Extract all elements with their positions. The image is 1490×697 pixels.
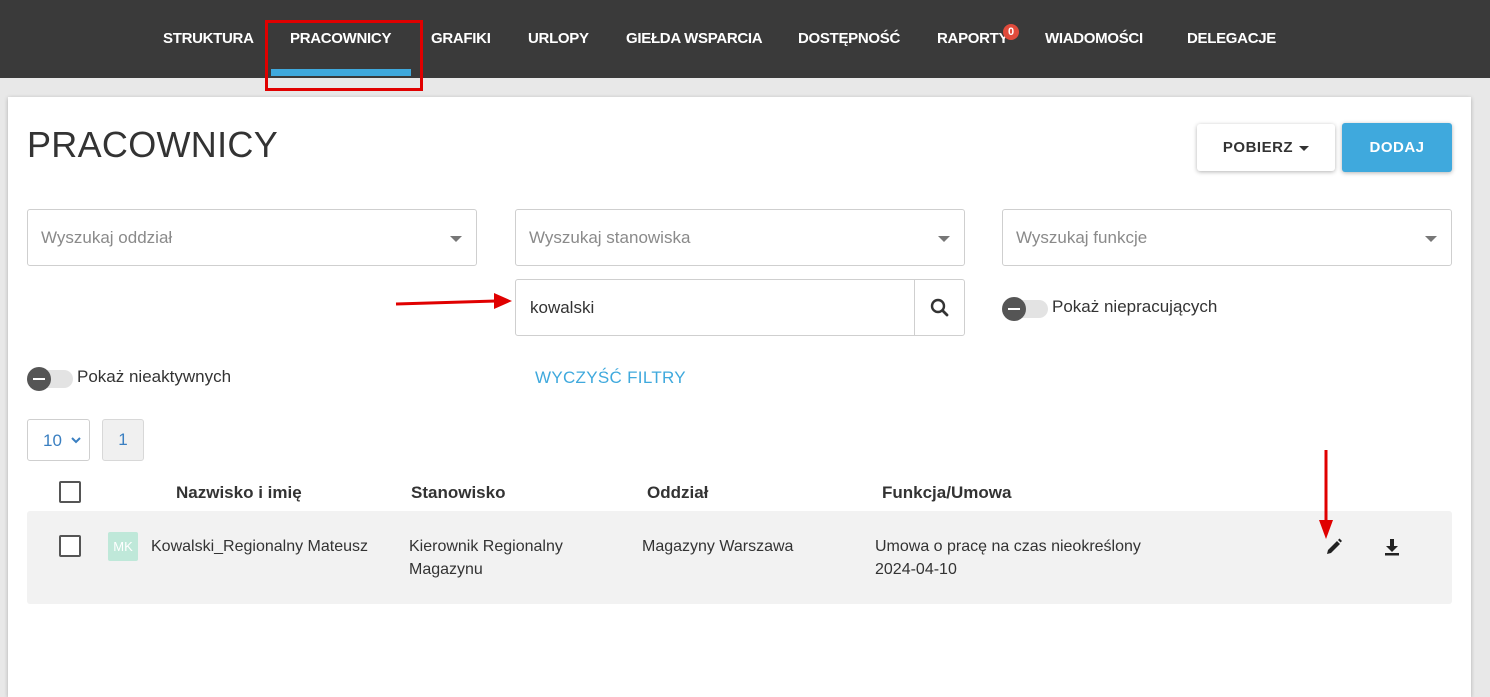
show-inactive-toggle[interactable] <box>27 367 73 391</box>
chevron-down-icon <box>938 236 950 242</box>
show-inactive-label: Pokaż nieaktywnych <box>77 367 232 386</box>
position-select[interactable]: Wyszukaj stanowiska <box>515 209 965 266</box>
download-dropdown-button[interactable]: POBIERZ <box>1197 124 1335 171</box>
chevron-down-icon <box>450 236 462 242</box>
nav-item-dostepnosc[interactable]: DOSTĘPNOŚĆ <box>798 30 900 50</box>
branch-select[interactable]: Wyszukaj oddział <box>27 209 477 266</box>
nav-item-gielda-wsparcia[interactable]: GIEŁDA WSPARCIA <box>626 30 763 50</box>
add-button[interactable]: DODAJ <box>1342 123 1452 172</box>
chevron-down-icon <box>71 437 81 444</box>
function-select[interactable]: Wyszukaj funkcje <box>1002 209 1452 266</box>
employee-name[interactable]: Kowalski_Regionalny Mateusz <box>151 535 368 558</box>
page-title: PRACOWNICY <box>27 124 279 165</box>
search-input[interactable] <box>516 280 916 335</box>
branch-select-placeholder: Wyszukaj oddział <box>41 228 173 247</box>
show-not-working-toggle[interactable] <box>1002 297 1048 321</box>
toggle-knob-icon <box>1002 297 1026 321</box>
annotation-arrow-down-icon <box>1319 450 1333 539</box>
nav-item-wiadomosci[interactable]: WIADOMOŚCI <box>1045 30 1143 50</box>
chevron-down-icon <box>1425 236 1437 242</box>
employee-contract: Umowa o pracę na czas nieokreślony <box>875 538 1141 555</box>
download-row-button[interactable] <box>1382 537 1402 562</box>
clear-filters-link[interactable]: WYCZYŚĆ FILTRY <box>535 368 686 388</box>
page-size-select[interactable]: 10 <box>27 419 90 461</box>
caret-down-icon <box>1299 145 1310 151</box>
nav-item-urlopy[interactable]: URLOPY <box>528 30 589 50</box>
employee-branch: Magazyny Warszawa <box>642 538 794 555</box>
employee-position-line2: Magazynu <box>409 561 483 578</box>
column-header-function-contract[interactable]: Funkcja/Umowa <box>882 483 1011 503</box>
nav-item-delegacje[interactable]: DELEGACJE <box>1187 30 1276 50</box>
search-button[interactable] <box>914 280 964 335</box>
main-card <box>8 97 1471 697</box>
select-all-checkbox[interactable] <box>59 481 81 503</box>
employee-search <box>515 279 965 336</box>
page-size-value: 10 <box>43 431 62 450</box>
top-navigation-bar: STRUKTURA PRACOWNICY GRAFIKI URLOPY GIEŁ… <box>0 0 1490 78</box>
column-header-branch[interactable]: Oddział <box>647 483 708 503</box>
nav-item-struktura[interactable]: STRUKTURA <box>163 30 254 50</box>
employee-contract-date: 2024-04-10 <box>875 561 957 578</box>
annotation-highlight-box <box>265 20 423 91</box>
search-icon <box>930 298 949 317</box>
position-select-placeholder: Wyszukaj stanowiska <box>529 228 691 247</box>
column-header-name[interactable]: Nazwisko i imię <box>176 483 302 503</box>
nav-item-raporty[interactable]: RAPORTY <box>937 30 1009 50</box>
annotation-arrow-right-icon <box>395 293 512 309</box>
toggle-knob-icon <box>27 367 51 391</box>
row-checkbox[interactable] <box>59 535 81 557</box>
download-button-label: POBIERZ <box>1222 139 1294 156</box>
show-not-working-label: Pokaż niepracujących <box>1052 297 1218 316</box>
column-header-position[interactable]: Stanowisko <box>411 483 505 503</box>
nav-item-grafiki[interactable]: GRAFIKI <box>431 30 491 50</box>
page-button-1[interactable]: 1 <box>102 419 144 461</box>
download-icon <box>1385 539 1399 556</box>
function-select-placeholder: Wyszukaj funkcje <box>1016 228 1148 247</box>
employee-position-line1: Kierownik Regionalny <box>409 538 563 555</box>
reports-count-badge: 0 <box>1003 24 1019 40</box>
avatar: MK <box>108 532 138 561</box>
